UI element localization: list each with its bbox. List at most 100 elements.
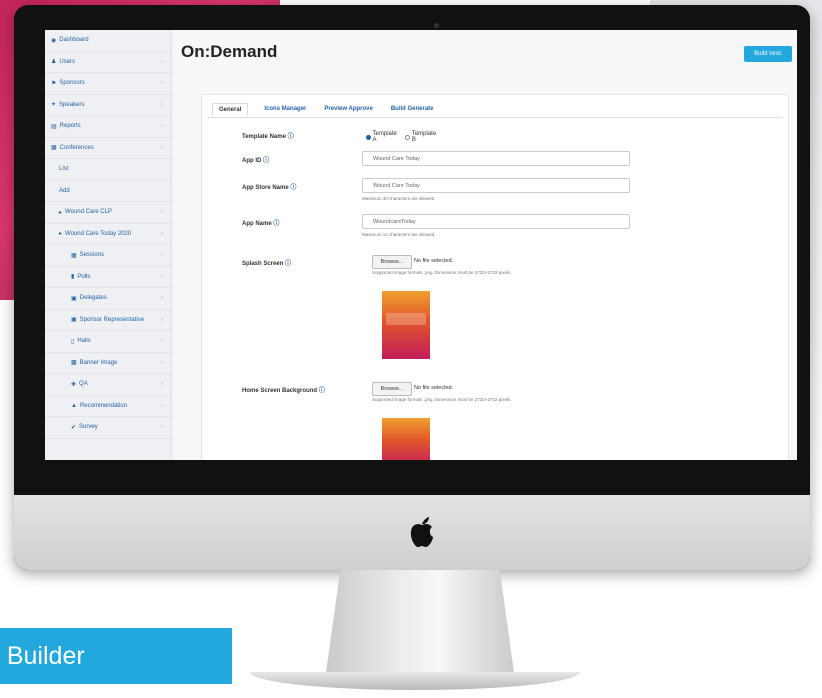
tab-icons-manager[interactable]: Icons Manager [262,103,308,116]
splash-label: Splash Screen ⓘ [242,261,292,267]
dashboard-icon: ◉ [51,37,57,44]
sidebar-item-sessions[interactable]: ▦ Sessions › [45,245,171,267]
sidebar-item-label: Dashboard [59,37,89,44]
app-builder-banner: p Builder [0,628,232,684]
sidebar-item-polls[interactable]: ▮ Polls › [45,267,171,288]
info-icon: ⓘ [285,261,292,267]
template-radio-group: Template A Template B [366,131,437,143]
main-content: On:Demand Build Ionic General Icons Mana… [171,30,797,460]
apple-logo-icon [410,517,433,547]
sidebar-item-qa[interactable]: ✚ QA › [45,374,171,396]
sidebar-item-label: Sessions [79,252,105,259]
sidebar-item-label: Sponsors [59,80,85,87]
app-store-name-label: App Store Name ⓘ [242,185,297,191]
sidebar-item-sponsors[interactable]: ⚑ Sponsors › [45,73,171,95]
splash-preview-text [386,313,426,325]
chevron-right-icon: › [161,359,163,366]
sidebar-item-label: Survey [79,424,98,431]
imac-stand [325,570,515,680]
camera-dot [434,23,439,28]
sidebar-item-users[interactable]: ♟ Users › [45,52,171,73]
tab-build-generate[interactable]: Build Generate [389,103,436,116]
sidebar-item-label: Speakers [59,101,85,108]
banner-text: p Builder [0,642,85,670]
template-b-radio[interactable]: Template B [405,131,436,143]
chevron-right-icon: › [161,144,163,151]
tab-preview-approve[interactable]: Preview Approve [322,103,374,116]
sidebar-item-label: Users [59,58,76,65]
folder-icon: ▸ [59,231,63,238]
home-bg-browse-button[interactable]: Browse... [372,382,412,396]
chevron-right-icon: › [161,424,163,431]
chevron-right-icon: › [161,123,163,130]
people-icon: ▣ [71,317,77,324]
info-icon: ⓘ [273,221,280,227]
tab-general[interactable]: General [212,103,249,116]
home-bg-preview-image [382,418,430,460]
app-screen: ◉ Dashboard ♟ Users › ⚑ Sponsors › ✦ Speakers › ▤ Re… [45,30,797,460]
app-name-input[interactable]: WoundcareToday [362,214,630,229]
info-icon: ⓘ [318,388,325,394]
sidebar-item-speakers[interactable]: ✦ Speakers › [45,95,171,116]
chevron-right-icon: › [161,101,163,108]
chevron-right-icon: › [161,402,163,409]
chevron-right-icon: › [161,295,163,302]
info-icon: ⓘ [287,134,294,140]
splash-browse-button[interactable]: Browse... [372,255,412,269]
people-icon: ▣ [71,295,77,302]
sidebar-item-survey[interactable]: ✔ Survey › [45,417,171,439]
user-icon: ♟ [51,59,57,66]
info-icon: ⓘ [263,158,270,164]
page-title: On:Demand [181,42,278,61]
image-icon: ▩ [71,360,77,367]
chevron-right-icon: › [161,230,163,237]
sidebar-item-sponsor-representative[interactable]: ▣ Sponsor Representative › [45,310,171,331]
sidebar-item-list[interactable]: List [45,159,171,181]
chevron-right-icon: › [161,252,163,259]
imac-stand-base [250,672,580,690]
radio-selected-icon [366,134,371,140]
radio-empty-icon [405,134,410,140]
sidebar-item-reports[interactable]: ▤ Reports › [45,116,171,138]
calendar-icon: ▦ [51,145,57,152]
app-id-input[interactable]: Wound Care Today [362,151,630,166]
app-store-name-input[interactable]: Wound Care Today [362,178,630,193]
app-store-name-hint: Maximum 30 characters are allowed. [362,196,436,201]
tab-bar: General Icons Manager Preview Approve Bu… [212,103,436,116]
sidebar-item-label: Sponsor Representative [79,316,145,323]
home-bg-hint: Supported image formats .png. Dimension … [372,397,512,402]
sidebar-item-halls[interactable]: ▯ Halls › [45,331,171,353]
chevron-right-icon: › [161,381,163,388]
sidebar-item-label: QA [79,381,88,388]
sidebar-item-recommendation[interactable]: ▲ Recommendation › [45,396,171,417]
form-card: General Icons Manager Preview Approve Bu… [201,94,789,460]
splash-hint: Supported image formats .png. Dimension … [372,270,512,275]
home-bg-file-status: No file selected. [414,385,454,391]
chart-icon: ▮ [71,274,75,281]
template-b-label: Template B [411,131,437,143]
sidebar-item-label: Recommendation [79,402,127,409]
sidebar-item-banner-image[interactable]: ▩ Banner Image › [45,353,171,374]
chevron-right-icon: › [161,209,163,216]
sidebar-item-label: Wound Care Today 2020 [65,230,132,237]
door-icon: ▯ [71,338,75,345]
sidebar-item-delegates[interactable]: ▣ Delegates › [45,288,171,310]
splash-file-status: No file selected. [414,258,454,264]
check-icon: ✔ [71,424,77,431]
sidebar-item-wound-care-clp[interactable]: ▸ Wound Care CLP › [45,202,171,224]
template-a-radio[interactable]: Template A [366,131,397,143]
sidebar-item-label: Delegates [79,295,107,302]
sidebar-item-conferences[interactable]: ▦ Conferences › [45,138,171,159]
speaker-icon: ✦ [51,102,57,109]
app-name-hint: Maximum 12 characters are allowed. [362,232,436,237]
chevron-right-icon: › [161,338,163,345]
chevron-right-icon: › [161,316,163,323]
build-button[interactable]: Build Ionic [744,46,792,62]
splash-preview-image [382,291,430,359]
app-name-label: App Name ⓘ [242,221,280,227]
sidebar-item-wound-care-today-2020[interactable]: ▸ Wound Care Today 2020 › [45,224,171,245]
sidebar-item-dashboard[interactable]: ◉ Dashboard [45,30,171,52]
sidebar: ◉ Dashboard ♟ Users › ⚑ Sponsors › ✦ Speakers › ▤ Re… [45,30,172,460]
sidebar-item-add[interactable]: Add [45,181,171,202]
thumb-icon: ▲ [71,402,77,409]
